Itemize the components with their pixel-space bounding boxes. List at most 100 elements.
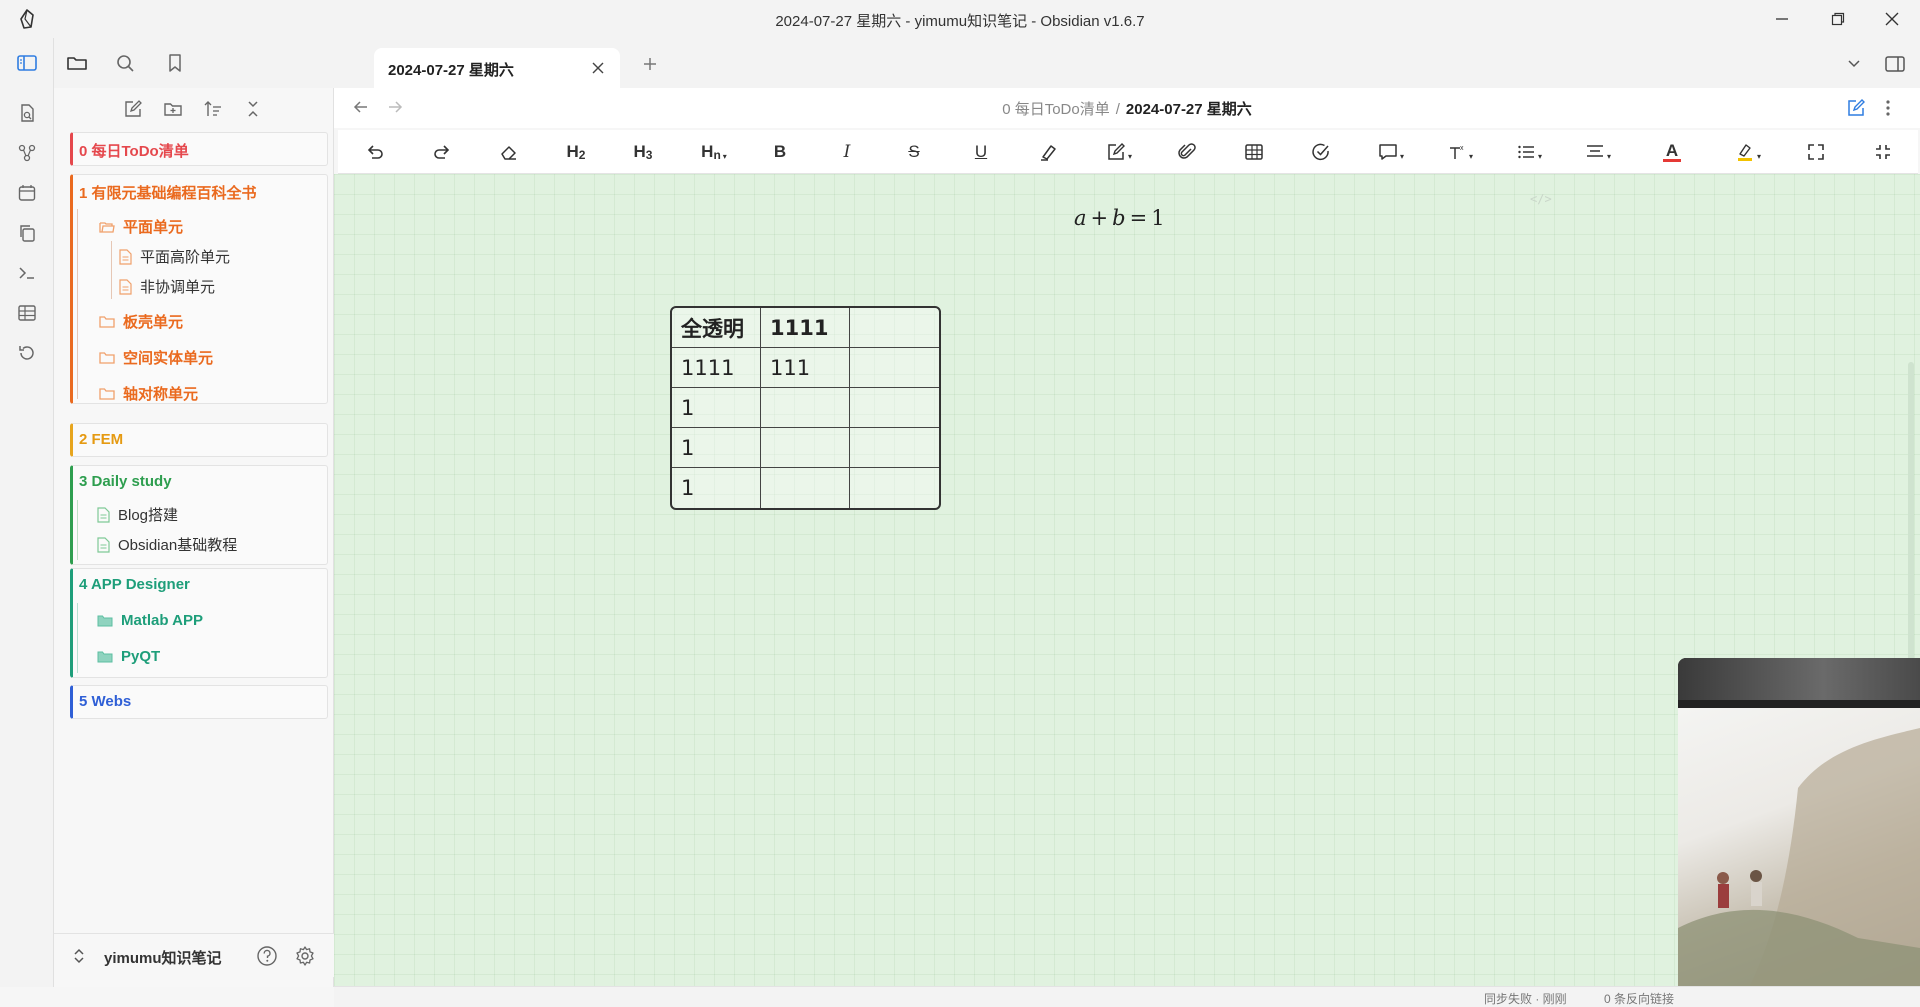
minimize-button[interactable] xyxy=(1756,0,1808,38)
eraser-icon[interactable] xyxy=(492,138,526,166)
highlighter-pen-icon[interactable] xyxy=(1032,138,1066,166)
new-tab-icon[interactable] xyxy=(638,52,662,76)
table-cell[interactable] xyxy=(850,428,939,468)
table-cell[interactable]: 1 xyxy=(672,388,761,428)
vault-chevron-icon[interactable] xyxy=(72,947,86,968)
table-cell[interactable]: 1 xyxy=(672,468,761,508)
search-icon[interactable] xyxy=(112,50,138,76)
sync-status[interactable]: 同步失败 · 刚刚 xyxy=(1484,990,1567,1007)
math-symbol: a xyxy=(1074,206,1087,230)
folder-2-card[interactable]: 2 FEM xyxy=(70,423,328,457)
video-title-strip[interactable] xyxy=(1678,658,1920,700)
file-item-blog[interactable]: Blog搭建 xyxy=(97,504,178,525)
bold-button[interactable]: B xyxy=(763,138,797,166)
right-sidebar-toggle-icon[interactable] xyxy=(1882,51,1908,77)
bookmark-icon[interactable] xyxy=(162,50,188,76)
folder-item-label: 空间实体单元 xyxy=(123,350,214,367)
table-cell[interactable] xyxy=(850,468,939,508)
folder-item-pyqt[interactable]: PyQT xyxy=(97,648,160,665)
copy-icon[interactable] xyxy=(14,220,40,246)
table-cell[interactable]: 1 xyxy=(672,428,761,468)
folder-item-plane-elements[interactable]: 平面单元 xyxy=(99,216,183,237)
table-cell[interactable] xyxy=(761,388,850,428)
folder-3-card[interactable]: 3 Daily study Blog搭建 Obsidian基础教程 xyxy=(70,465,328,565)
highlight-color-icon[interactable]: ▾ xyxy=(1728,138,1768,166)
table-icon[interactable] xyxy=(14,300,40,326)
redo-icon[interactable] xyxy=(425,138,459,166)
restore-button[interactable] xyxy=(1812,0,1864,38)
task-check-icon[interactable] xyxy=(1304,138,1338,166)
font-color-button[interactable]: A xyxy=(1652,138,1692,166)
floating-video-window[interactable] xyxy=(1678,658,1920,1007)
shrink-icon[interactable] xyxy=(1866,138,1900,166)
table-cell[interactable] xyxy=(761,428,850,468)
attachment-icon[interactable] xyxy=(1170,138,1204,166)
folder-1-card[interactable]: 1 有限元基础编程百科全书 平面单元 平面高阶单元 非协调单元 板壳单元 空间实… xyxy=(70,174,328,404)
heading-2-button[interactable]: H2 xyxy=(559,138,593,166)
table-cell[interactable]: 111 xyxy=(761,348,850,388)
tab-list-chevron-icon[interactable] xyxy=(1842,52,1866,76)
vault-name[interactable]: yimumu知识笔记 xyxy=(104,947,222,968)
folder-5-label: 5 Webs xyxy=(79,693,132,710)
tab-bar: 2024-07-27 星期六 xyxy=(334,38,1920,88)
new-folder-icon[interactable] xyxy=(160,96,186,122)
markdown-table[interactable]: 全透明 1111 1111 111 1 1 1 xyxy=(670,306,941,510)
comment-icon[interactable]: ▾ xyxy=(1371,138,1411,166)
breadcrumb-parent[interactable]: 0 每日ToDo清单 xyxy=(1002,101,1110,118)
tab-daily-note[interactable]: 2024-07-27 星期六 xyxy=(374,48,620,88)
list-icon[interactable]: ▾ xyxy=(1509,138,1549,166)
strikethrough-button[interactable]: S xyxy=(897,138,931,166)
backlinks-count[interactable]: 0 条反向链接 xyxy=(1604,990,1674,1007)
tab-close-icon[interactable] xyxy=(588,58,608,78)
table-header-cell[interactable]: 1111 xyxy=(761,308,850,348)
collapse-all-icon[interactable] xyxy=(240,96,266,122)
more-options-icon[interactable] xyxy=(1884,98,1892,121)
table-header-cell[interactable] xyxy=(850,308,939,348)
file-item-obsidian-tutorial[interactable]: Obsidian基础教程 xyxy=(97,534,237,555)
calendar-icon[interactable] xyxy=(14,180,40,206)
folder-0-card[interactable]: 0 每日ToDo清单 xyxy=(70,132,328,166)
breadcrumb-current[interactable]: 2024-07-27 星期六 xyxy=(1126,101,1252,118)
sort-icon[interactable] xyxy=(200,96,226,122)
table-cell[interactable] xyxy=(850,388,939,428)
quick-switcher-icon[interactable] xyxy=(14,100,40,126)
terminal-icon[interactable] xyxy=(14,260,40,286)
sidebar-toggle-icon[interactable] xyxy=(14,50,40,76)
italic-button[interactable]: I xyxy=(830,138,864,166)
graph-view-icon[interactable] xyxy=(14,140,40,166)
history-icon[interactable] xyxy=(14,340,40,366)
table-cell[interactable]: 1111 xyxy=(672,348,761,388)
table-cell[interactable] xyxy=(761,468,850,508)
folder-item-shell-elements[interactable]: 板壳单元 xyxy=(99,311,183,332)
file-item-nonconforming[interactable]: 非协调单元 xyxy=(119,276,215,297)
fullscreen-icon[interactable] xyxy=(1799,138,1833,166)
math-block[interactable]: a + b = 1 xyxy=(1074,206,1165,230)
help-icon[interactable] xyxy=(256,945,278,970)
folder-item-solid-elements[interactable]: 空间实体单元 xyxy=(99,347,213,368)
folder-5-card[interactable]: 5 Webs xyxy=(70,685,328,719)
new-note-icon[interactable] xyxy=(120,96,146,122)
heading-3-button[interactable]: H3 xyxy=(626,138,660,166)
underline-button[interactable]: U xyxy=(964,138,998,166)
vault-switcher-bar: yimumu知识笔记 xyxy=(54,933,334,977)
edit-mode-icon[interactable] xyxy=(1846,98,1866,121)
file-icon xyxy=(119,248,132,265)
heading-n-button[interactable]: Hn ▾ xyxy=(694,138,734,166)
code-block-marker[interactable]: </> xyxy=(1530,192,1552,206)
undo-icon[interactable] xyxy=(358,138,392,166)
ribbon xyxy=(0,38,54,987)
table-header-cell[interactable]: 全透明 xyxy=(672,308,761,348)
insert-table-icon[interactable] xyxy=(1237,138,1271,166)
superscript-icon[interactable]: x ▾ xyxy=(1440,138,1480,166)
folder-item-matlab-app[interactable]: Matlab APP xyxy=(97,612,203,629)
files-tab-icon[interactable] xyxy=(64,50,90,76)
file-item-high-order[interactable]: 平面高阶单元 xyxy=(119,246,230,267)
folder-item-axisymmetric-elements[interactable]: 轴对称单元 xyxy=(99,383,198,404)
align-icon[interactable]: ▾ xyxy=(1578,138,1618,166)
folder-4-card[interactable]: 4 APP Designer Matlab APP PyQT xyxy=(70,568,328,678)
edit-format-icon[interactable]: ▾ xyxy=(1099,138,1139,166)
folder-icon xyxy=(97,615,113,626)
settings-gear-icon[interactable] xyxy=(294,945,316,970)
close-button[interactable] xyxy=(1866,0,1918,38)
table-cell[interactable] xyxy=(850,348,939,388)
